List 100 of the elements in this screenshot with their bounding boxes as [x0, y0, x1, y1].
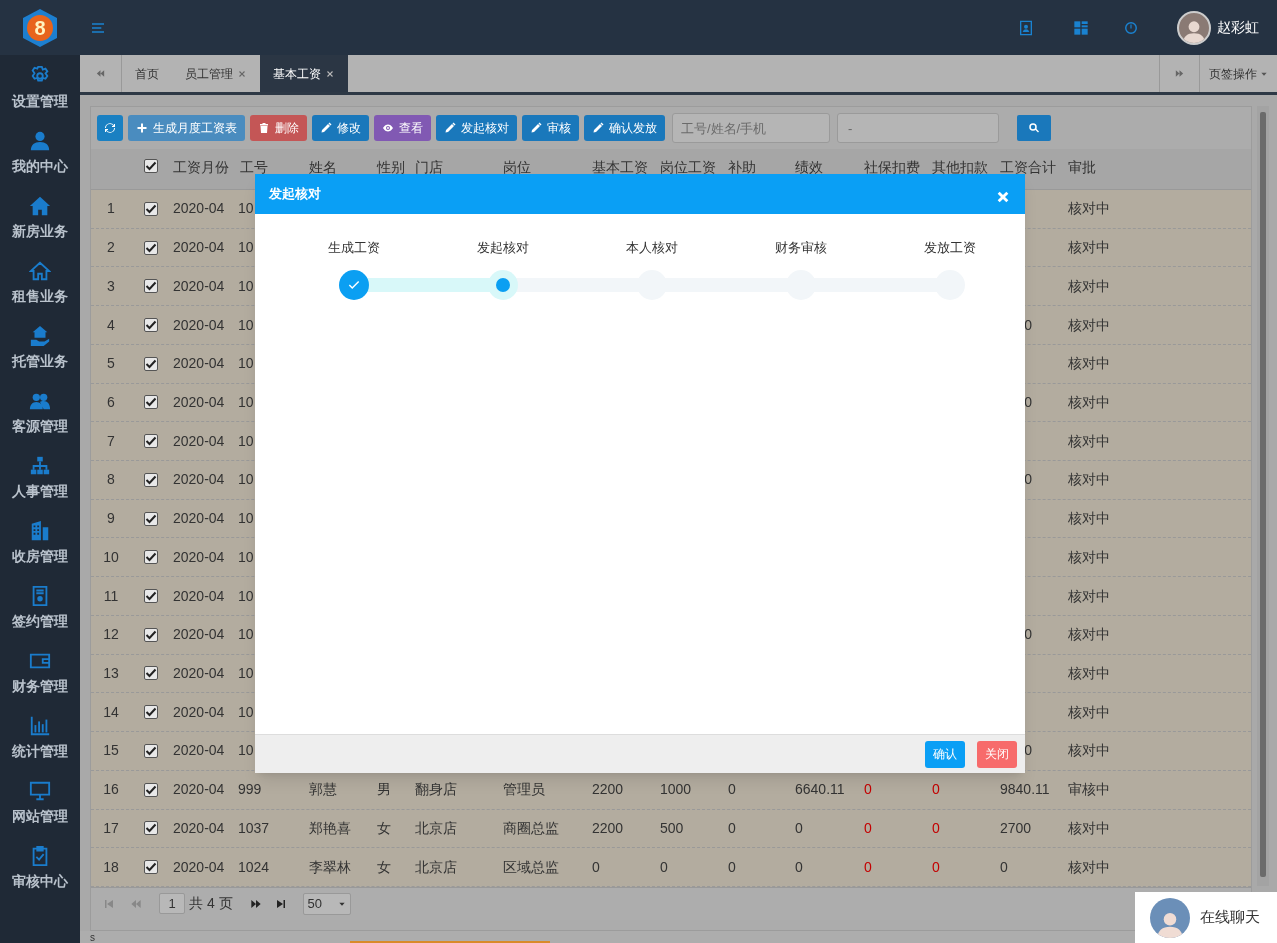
- table-cell: 2020-04: [173, 432, 225, 449]
- search-field[interactable]: 工号/姓名/手机: [672, 113, 830, 143]
- checkbox[interactable]: [144, 589, 158, 604]
- refresh-button[interactable]: [97, 115, 123, 141]
- page-size-select[interactable]: 50: [302, 892, 351, 915]
- contact-card-icon[interactable]: [1018, 19, 1034, 36]
- checkbox[interactable]: [144, 860, 158, 875]
- sidebar-item[interactable]: 财务管理: [0, 648, 80, 713]
- user-name[interactable]: 赵彩虹: [1217, 17, 1259, 38]
- toolbar-button[interactable]: 生成月度工资表: [128, 115, 245, 141]
- table-cell: 商圈总监: [503, 819, 559, 836]
- checkbox[interactable]: [144, 201, 158, 216]
- chat-widget[interactable]: 在线聊天: [1135, 892, 1277, 943]
- sidebar-item[interactable]: 客源管理: [0, 388, 80, 453]
- tab[interactable]: 首页: [122, 55, 172, 92]
- toolbar-button[interactable]: 审核: [522, 115, 579, 141]
- checkbox[interactable]: [144, 743, 158, 758]
- org-chart-icon: [29, 455, 51, 477]
- tab-actions-dropdown[interactable]: 页签操作: [1199, 55, 1277, 92]
- checkbox[interactable]: [144, 318, 158, 332]
- checkbox[interactable]: [144, 279, 158, 294]
- table-cell: 管理员: [503, 781, 545, 798]
- checkbox[interactable]: [144, 666, 158, 681]
- clock-icon[interactable]: [1124, 20, 1138, 35]
- sidebar-item[interactable]: 网站管理: [0, 778, 80, 843]
- row-number: 4: [107, 315, 115, 335]
- checkbox[interactable]: [144, 240, 158, 255]
- table-cell: 0: [864, 819, 872, 836]
- toolbar-button[interactable]: 发起核对: [436, 115, 517, 141]
- close-icon[interactable]: [325, 68, 335, 79]
- column-header[interactable]: 门店: [415, 159, 443, 175]
- house-icon: [29, 260, 51, 282]
- column-header[interactable]: 补助: [728, 159, 756, 175]
- column-header[interactable]: 其他扣款: [932, 159, 988, 175]
- sidebar-item[interactable]: 租售业务: [0, 258, 80, 323]
- table-cell: 女: [377, 819, 391, 836]
- checkbox[interactable]: [144, 395, 158, 410]
- checkbox[interactable]: [144, 627, 158, 642]
- confirm-button[interactable]: 确认: [925, 740, 965, 768]
- grid-icon[interactable]: [1073, 19, 1089, 36]
- column-header[interactable]: 岗位工资: [660, 159, 716, 175]
- table-cell: 审核中: [1068, 781, 1110, 798]
- checkbox[interactable]: [144, 159, 158, 173]
- pencil-icon: [530, 122, 542, 134]
- column-header[interactable]: 姓名: [309, 159, 337, 175]
- pencil-icon: [444, 122, 456, 134]
- tab[interactable]: 员工管理: [172, 55, 260, 92]
- checkbox[interactable]: [144, 705, 158, 720]
- sidebar-item[interactable]: 审核中心: [0, 843, 80, 908]
- column-header[interactable]: 工资合计: [1000, 159, 1056, 175]
- close-icon[interactable]: [995, 189, 1011, 205]
- pencil-icon: [320, 122, 332, 134]
- checkbox[interactable]: [144, 356, 158, 371]
- last-page-icon[interactable]: [274, 897, 287, 910]
- column-header[interactable]: 社保扣费: [864, 159, 920, 175]
- checkbox[interactable]: [144, 821, 158, 836]
- table-cell: 0: [795, 819, 803, 836]
- avatar[interactable]: [1177, 10, 1211, 45]
- toolbar-button[interactable]: 确认发放: [584, 115, 665, 141]
- column-header[interactable]: 工资月份: [173, 159, 229, 175]
- close-button[interactable]: 关闭: [977, 740, 1017, 768]
- page-number-field[interactable]: 1: [159, 893, 185, 915]
- checkbox[interactable]: [144, 782, 158, 797]
- row-number: 16: [103, 780, 119, 800]
- column-header[interactable]: 岗位: [503, 159, 531, 175]
- date-range-field[interactable]: -: [837, 113, 999, 143]
- sidebar-item[interactable]: 签约管理: [0, 583, 80, 648]
- column-header[interactable]: 审批: [1068, 159, 1096, 175]
- tab[interactable]: 基本工资: [260, 55, 348, 92]
- monitor-icon: [29, 780, 51, 802]
- row-number: 2: [107, 238, 115, 258]
- column-header[interactable]: 基本工资: [592, 159, 648, 175]
- checkbox[interactable]: [144, 550, 158, 565]
- sidebar-item[interactable]: 收房管理: [0, 518, 80, 583]
- checkbox[interactable]: [144, 511, 158, 526]
- row-number: 12: [103, 625, 119, 645]
- sidebar-item[interactable]: 统计管理: [0, 713, 80, 778]
- column-header[interactable]: 绩效: [795, 159, 823, 175]
- sidebar-item[interactable]: 新房业务: [0, 193, 80, 258]
- column-header[interactable]: 性别: [377, 159, 405, 175]
- building-icon: [29, 520, 51, 542]
- toolbar-button[interactable]: 删除: [250, 115, 307, 141]
- scrollbar[interactable]: [1257, 106, 1269, 886]
- column-header[interactable]: 工号: [240, 159, 268, 175]
- table-cell: 2020-04: [173, 626, 225, 643]
- checkbox[interactable]: [144, 434, 158, 449]
- bar-chart-icon: [29, 715, 51, 737]
- toolbar-button[interactable]: 查看: [374, 115, 431, 141]
- sidebar-item[interactable]: 人事管理: [0, 453, 80, 518]
- table-cell: 0: [660, 858, 668, 875]
- checkbox[interactable]: [144, 472, 158, 487]
- sidebar-item[interactable]: 设置管理: [0, 63, 80, 128]
- row-number: 3: [107, 276, 115, 296]
- sidebar-item[interactable]: 我的中心: [0, 128, 80, 193]
- sidebar-item[interactable]: 托管业务: [0, 323, 80, 388]
- table-cell: 10: [238, 239, 254, 256]
- close-icon[interactable]: [237, 68, 247, 79]
- row-number: 9: [107, 509, 115, 529]
- search-icon[interactable]: [1017, 115, 1051, 141]
- toolbar-button[interactable]: 修改: [312, 115, 369, 141]
